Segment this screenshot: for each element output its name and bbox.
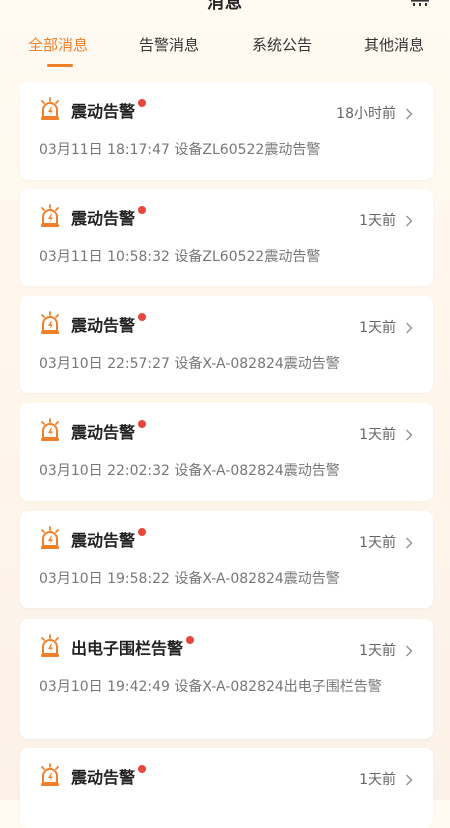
message-title-text: 出电子围栏告警 (71, 639, 184, 658)
message-title-text: 震动告警 (71, 531, 136, 550)
unread-dot (138, 313, 147, 321)
message-time: 1天前 (359, 427, 396, 443)
message-card[interactable]: 震动告警 1天前 (20, 748, 433, 828)
message-card[interactable]: 震动告警 1天前 03月10日 22:57:27 设备X-A-082824震动告警 (20, 296, 433, 393)
message-title-text: 震动告警 (71, 102, 136, 121)
unread-dot (138, 206, 147, 214)
message-title-text: 震动告警 (71, 768, 136, 787)
chevron-right-icon (405, 105, 413, 120)
message-title: 震动告警 (71, 527, 147, 551)
message-card[interactable]: 震动告警 1天前 03月10日 22:02:32 设备X-A-082824震动告警 (20, 403, 433, 501)
menu-icon[interactable] (410, 0, 430, 6)
alarm-siren-icon (39, 526, 61, 550)
message-title: 震动告警 (71, 764, 147, 788)
chevron-right-icon (405, 212, 413, 227)
message-description: 03月11日 18:17:47 设备ZL60522震动告警 (39, 142, 321, 158)
chevron-right-icon (405, 534, 413, 549)
chevron-right-icon (405, 319, 413, 334)
alarm-siren-icon (39, 763, 61, 787)
tab-other-messages[interactable]: 其他消息 (364, 34, 424, 55)
message-title-text: 震动告警 (71, 209, 136, 228)
top-bar: 消息 (0, 0, 450, 13)
message-description: 03月10日 19:42:49 设备X-A-082824出电子围栏告警 (39, 679, 382, 695)
message-time: 1天前 (359, 535, 396, 551)
message-title: 震动告警 (71, 419, 147, 443)
message-description: 03月10日 22:02:32 设备X-A-082824震动告警 (39, 463, 340, 479)
alarm-siren-icon (39, 97, 61, 121)
message-card[interactable]: 震动告警 18小时前 03月11日 18:17:47 设备ZL60522震动告警 (20, 82, 433, 180)
message-title-text: 震动告警 (71, 423, 136, 442)
chevron-right-icon (405, 426, 413, 441)
message-time: 1天前 (359, 643, 396, 659)
unread-dot (186, 636, 195, 644)
alarm-siren-icon (39, 418, 61, 442)
unread-dot (138, 99, 147, 107)
unread-dot (138, 420, 147, 428)
unread-dot (138, 528, 147, 536)
message-card[interactable]: 震动告警 1天前 03月10日 19:58:22 设备X-A-082824震动告警 (20, 511, 433, 608)
unread-dot (138, 765, 147, 773)
page-title: 消息 (207, 0, 243, 13)
message-time: 1天前 (359, 320, 396, 336)
message-title: 出电子围栏告警 (71, 635, 195, 659)
message-title: 震动告警 (71, 312, 147, 336)
message-card[interactable]: 震动告警 1天前 03月11日 10:58:32 设备ZL60522震动告警 (20, 189, 433, 286)
message-description: 03月11日 10:58:32 设备ZL60522震动告警 (39, 249, 321, 265)
tab-system-notices[interactable]: 系统公告 (252, 34, 312, 55)
message-title-text: 震动告警 (71, 316, 136, 335)
message-card[interactable]: 出电子围栏告警 1天前 03月10日 19:42:49 设备X-A-082824出电… (20, 619, 433, 739)
message-title: 震动告警 (71, 205, 147, 229)
message-time: 18小时前 (336, 106, 396, 122)
alarm-siren-icon (39, 311, 61, 335)
alarm-siren-icon (39, 204, 61, 228)
chevron-right-icon (405, 771, 413, 786)
message-title: 震动告警 (71, 98, 147, 122)
tab-alarm-messages[interactable]: 告警消息 (139, 34, 199, 55)
message-tabs: 全部消息 告警消息 系统公告 其他消息 (0, 30, 450, 70)
message-description: 03月10日 19:58:22 设备X-A-082824震动告警 (39, 571, 340, 587)
message-description: 03月10日 22:57:27 设备X-A-082824震动告警 (39, 356, 340, 372)
alarm-siren-icon (39, 634, 61, 658)
tab-all-messages[interactable]: 全部消息 (28, 34, 88, 55)
chevron-right-icon (405, 642, 413, 657)
message-time: 1天前 (359, 772, 396, 788)
active-tab-indicator (47, 64, 73, 67)
message-time: 1天前 (359, 213, 396, 229)
